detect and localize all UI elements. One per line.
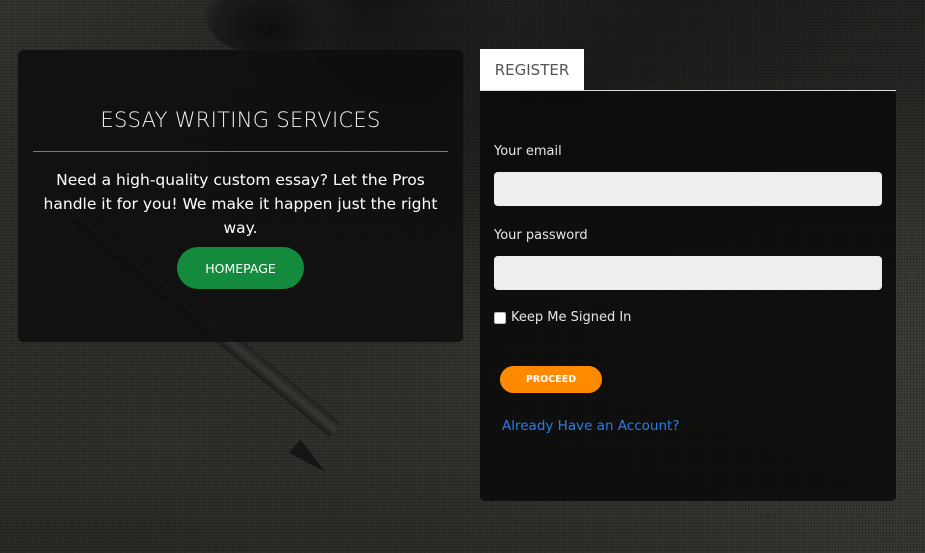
password-label: Your password (494, 228, 588, 243)
proceed-button[interactable]: PROCEED (500, 366, 602, 393)
email-field[interactable] (494, 172, 882, 206)
keep-signed-in-label: Keep Me Signed In (511, 310, 632, 325)
info-title: ESSAY WRITING SERVICES (100, 108, 381, 132)
email-label: Your email (494, 144, 562, 159)
info-card: ESSAY WRITING SERVICES Need a high-quali… (18, 50, 463, 342)
tab-register[interactable]: REGISTER (480, 49, 584, 90)
homepage-button[interactable]: HOMEPAGE (177, 247, 304, 289)
keep-signed-in-row[interactable]: Keep Me Signed In (494, 310, 631, 325)
info-description: Need a high-quality custom essay? Let th… (43, 171, 438, 237)
already-have-account-link[interactable]: Already Have an Account? (502, 418, 679, 434)
info-divider (33, 151, 448, 152)
register-form: Your email Your password Keep Me Signed … (480, 91, 896, 501)
password-field[interactable] (494, 256, 882, 290)
pen-tip-decoration (288, 439, 332, 479)
ink-bottle-decoration (205, 0, 335, 50)
keep-signed-in-checkbox[interactable] (494, 311, 506, 324)
